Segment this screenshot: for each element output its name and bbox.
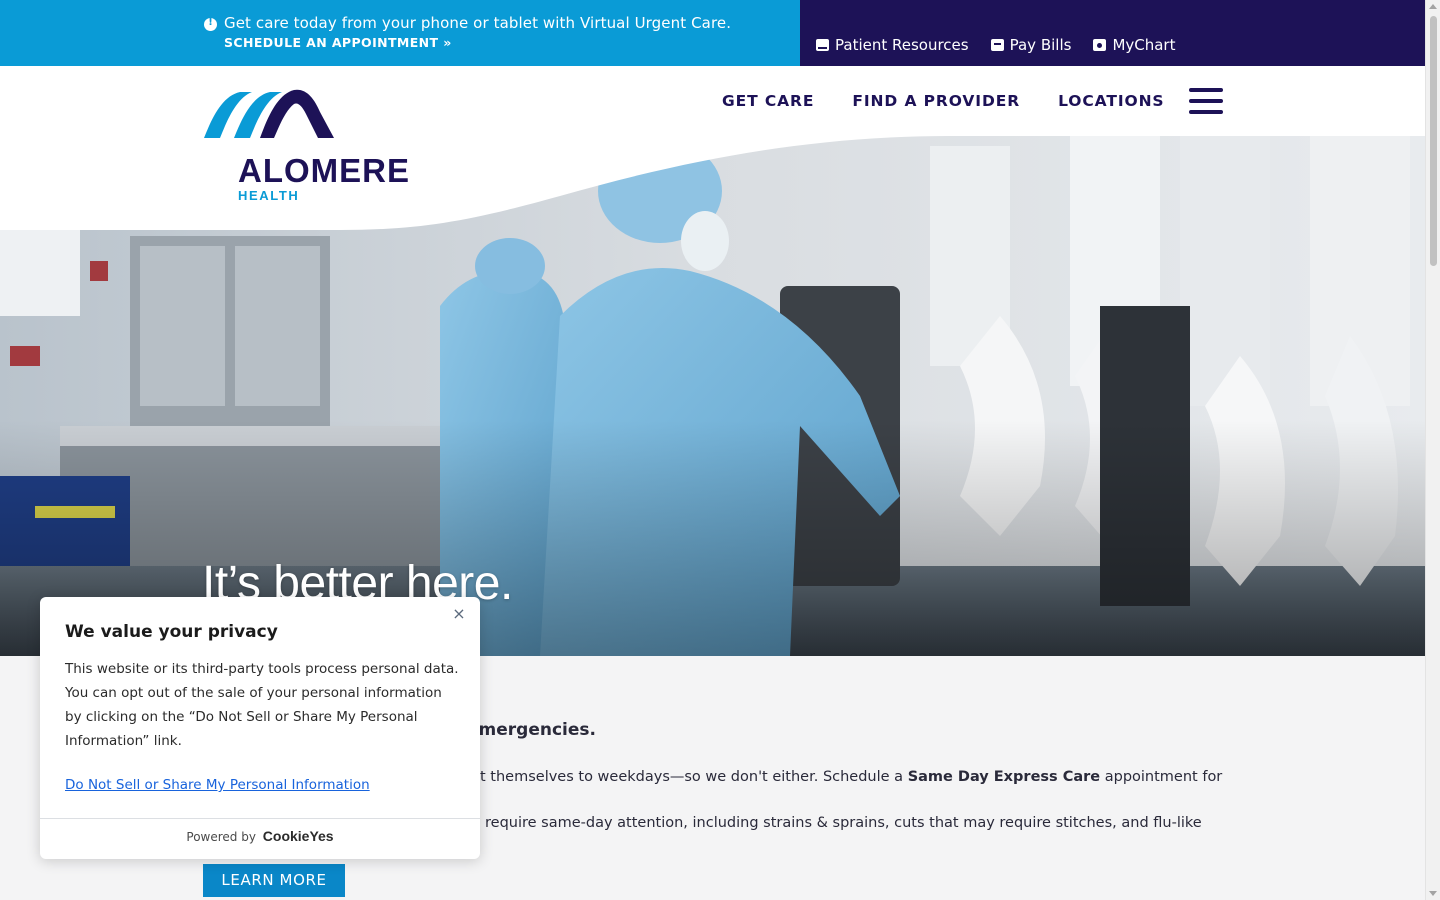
page-scrollbar[interactable] (1425, 0, 1440, 900)
cookie-body-text: This website or its third-party tools pr… (65, 661, 459, 749)
express-care-heading-text: emergencies. (467, 720, 596, 740)
mychart-label: MyChart (1112, 36, 1176, 54)
cookieyes-logo[interactable]: CookieYes (263, 828, 334, 844)
nav-get-care[interactable]: GET CARE (722, 92, 814, 110)
schedule-appointment-link[interactable]: SCHEDULE AN APPOINTMENT » (224, 35, 452, 50)
logo-subtitle: HEALTH (238, 188, 300, 203)
learn-more-button[interactable]: LEARN MORE (203, 864, 345, 897)
description-line2: require same-day attention, including st… (485, 815, 1202, 831)
cookie-title: We value your privacy (65, 622, 278, 642)
scroll-up-icon[interactable] (1429, 4, 1437, 9)
main-nav: GET CARE FIND A PROVIDER LOCATIONS (722, 92, 1165, 110)
logo-mark-icon (204, 89, 334, 138)
patient-resources-link[interactable]: Patient Resources (816, 36, 969, 54)
pay-bills-label: Pay Bills (1009, 36, 1072, 54)
hamburger-menu-icon[interactable] (1189, 88, 1223, 114)
book-icon (816, 39, 829, 51)
alert-icon (204, 17, 217, 31)
mychart-icon (1093, 39, 1107, 51)
powered-by-text: Powered by (186, 830, 256, 844)
alert-text: Get care today from your phone or tablet… (224, 14, 732, 32)
virtual-care-alert: Get care today from your phone or tablet… (0, 0, 800, 66)
patient-resources-label: Patient Resources (835, 36, 969, 54)
top-bar: Get care today from your phone or tablet… (0, 0, 1425, 66)
logo-name: ALOMERE (238, 152, 410, 189)
do-not-sell-link[interactable]: Do Not Sell or Share My Personal Informa… (65, 777, 370, 793)
nav-locations[interactable]: LOCATIONS (1058, 92, 1164, 110)
utility-nav: Patient Resources Pay Bills MyChart (800, 0, 1425, 66)
pay-bills-link[interactable]: Pay Bills (990, 36, 1072, 54)
alomere-health-logo[interactable]: ALOMERE HEALTH (202, 88, 417, 206)
description-bold: Same Day Express Care (907, 769, 1101, 785)
cookie-footer: Powered by CookieYes (40, 828, 480, 844)
cookie-divider (40, 818, 480, 819)
mychart-link[interactable]: MyChart (1093, 36, 1175, 54)
close-icon[interactable]: × (452, 606, 466, 622)
scroll-down-icon[interactable] (1429, 891, 1437, 896)
scrollbar-thumb[interactable] (1430, 16, 1437, 266)
description-part1: t themselves to weekdays—so we don't eit… (480, 769, 908, 785)
bill-icon (990, 39, 1004, 51)
nav-find-a-provider[interactable]: FIND A PROVIDER (852, 92, 1020, 110)
cookie-consent-banner: × We value your privacy This website or … (40, 597, 480, 859)
